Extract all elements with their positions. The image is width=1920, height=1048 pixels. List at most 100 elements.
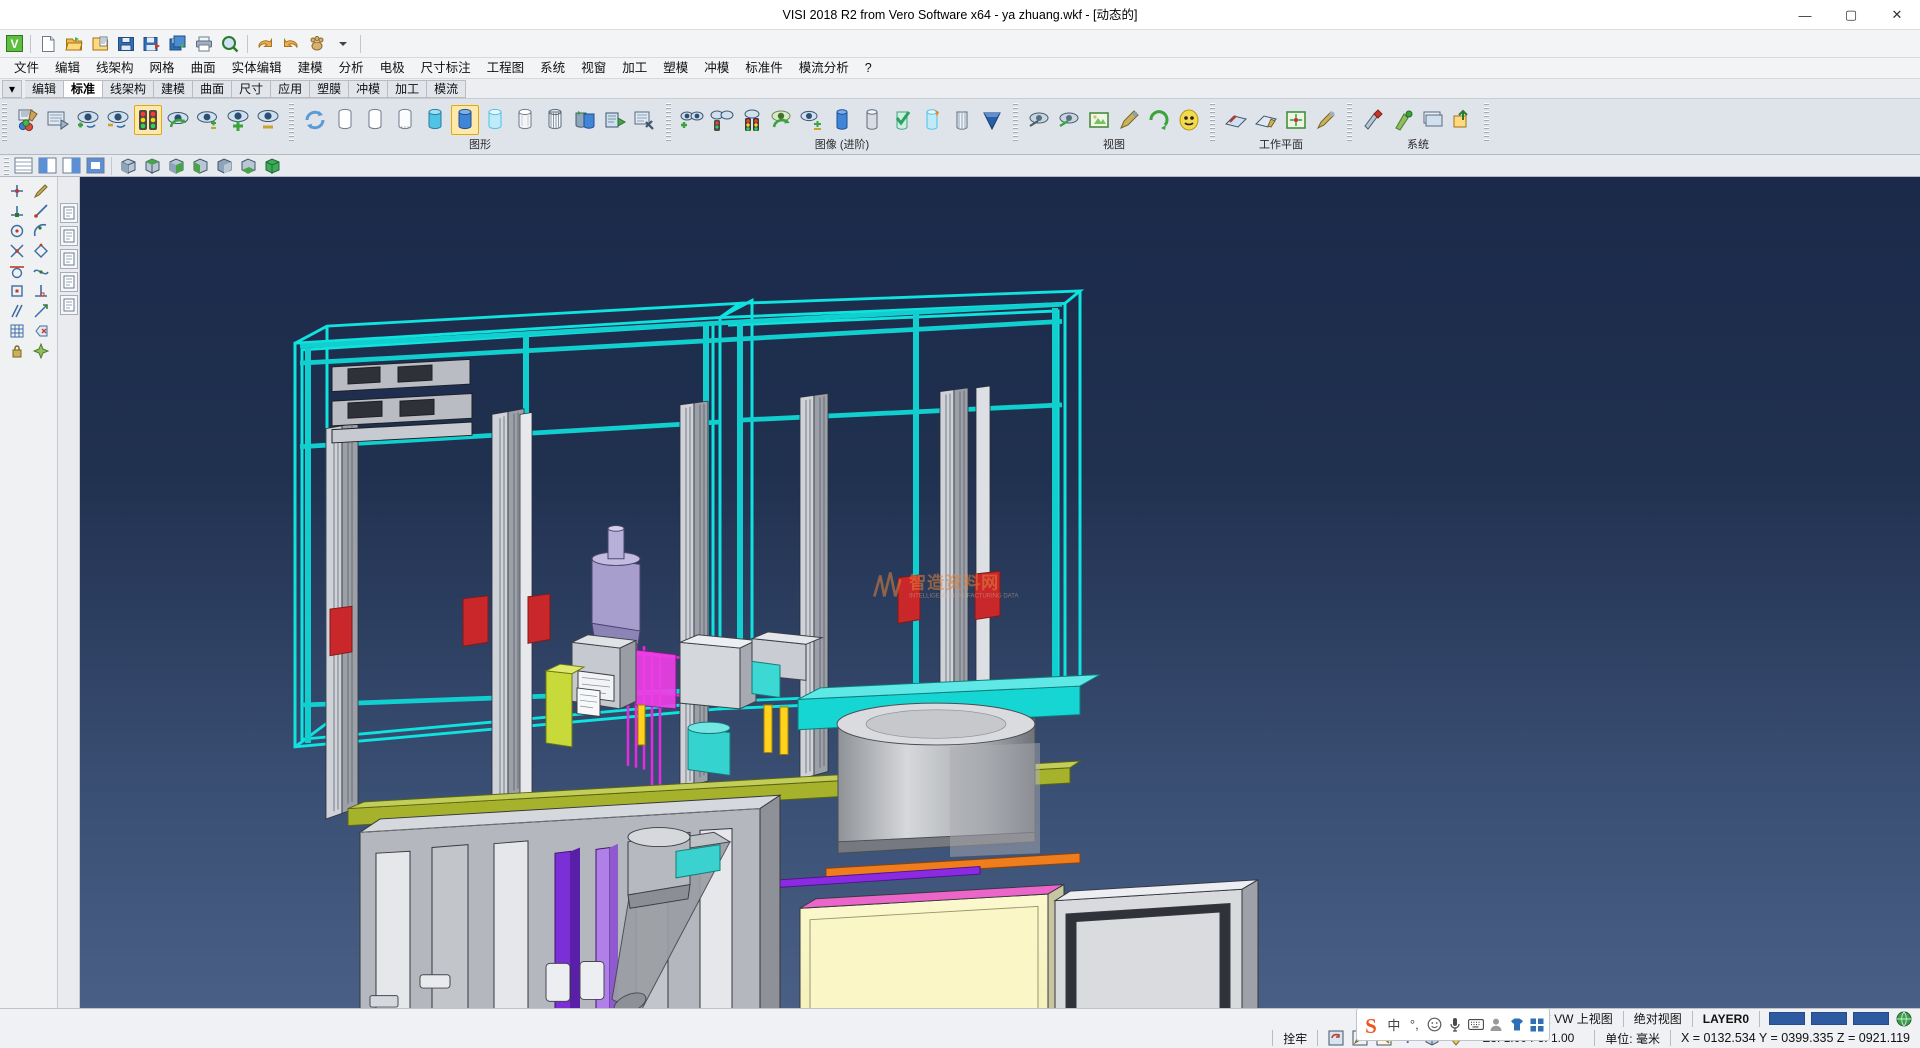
- shaded-transparent-icon[interactable]: [421, 105, 449, 135]
- snap-lock-icon[interactable]: [5, 341, 29, 361]
- snap-clear-icon[interactable]: [29, 321, 53, 341]
- menu-item-14[interactable]: 塑模: [655, 58, 696, 79]
- view-mode-label[interactable]: 绝对视图: [1630, 1010, 1686, 1027]
- system-export-icon[interactable]: [1449, 105, 1477, 135]
- workplane-create-icon[interactable]: [1222, 105, 1250, 135]
- redo-icon[interactable]: [278, 32, 304, 56]
- macro-icon[interactable]: [304, 32, 330, 56]
- toolbar-grip-1[interactable]: [289, 103, 294, 143]
- color-swatch-2[interactable]: [1811, 1012, 1847, 1025]
- system-layers-icon[interactable]: [1419, 105, 1447, 135]
- menu-item-15[interactable]: 冲模: [696, 58, 737, 79]
- view-cube-back-icon[interactable]: [213, 156, 235, 176]
- workplane-edit-icon[interactable]: [1252, 105, 1280, 135]
- tab-bianji[interactable]: 编辑: [25, 80, 64, 98]
- snap-mid-icon[interactable]: [5, 201, 29, 221]
- view-zoom-window-icon[interactable]: [1055, 105, 1083, 135]
- menu-item-2[interactable]: 线架构: [88, 58, 142, 79]
- tab-qumian[interactable]: 曲面: [193, 80, 232, 98]
- view-cube-iso-icon[interactable]: [261, 156, 283, 176]
- ime-user-icon[interactable]: [1488, 1015, 1505, 1034]
- menu-item-16[interactable]: 标准件: [737, 58, 791, 79]
- snap-free-icon[interactable]: [29, 341, 53, 361]
- outline-icon[interactable]: [511, 105, 539, 135]
- app-logo-icon[interactable]: V: [2, 33, 26, 55]
- refresh-view-icon[interactable]: [164, 105, 192, 135]
- tab-chongmo[interactable]: 冲模: [349, 80, 388, 98]
- ime-skin-icon[interactable]: [1508, 1015, 1525, 1034]
- view-dynamic-icon[interactable]: [1175, 105, 1203, 135]
- image-shade2-icon[interactable]: [858, 105, 886, 135]
- tab-suomo[interactable]: 塑膜: [310, 80, 349, 98]
- tab-jiagong[interactable]: 加工: [388, 80, 427, 98]
- tabstrip-dropdown-icon[interactable]: ▾: [2, 80, 22, 98]
- render-settings-icon[interactable]: [631, 105, 659, 135]
- toolrow2-grip[interactable]: [4, 157, 9, 175]
- view-cube-right-icon[interactable]: [165, 156, 187, 176]
- active-layer-label[interactable]: LAYER0: [1699, 1012, 1753, 1026]
- panel-tree-icon[interactable]: [60, 249, 78, 269]
- regenerate-icon[interactable]: [301, 105, 329, 135]
- menu-item-0[interactable]: 文件: [6, 58, 47, 79]
- mesh-icon[interactable]: [541, 105, 569, 135]
- snap-point-icon[interactable]: [5, 181, 29, 201]
- toolbar-grip-0[interactable]: [2, 103, 7, 143]
- toolbar-grip-6[interactable]: [1484, 103, 1489, 143]
- panel-list-icon[interactable]: [60, 272, 78, 292]
- view-list-icon[interactable]: [12, 156, 34, 176]
- tab-jianmo[interactable]: 建模: [154, 80, 193, 98]
- view-fit-icon[interactable]: [1085, 105, 1113, 135]
- snap-line-icon[interactable]: [29, 201, 53, 221]
- save-all-icon[interactable]: [165, 32, 191, 56]
- maximize-button[interactable]: ▢: [1828, 0, 1874, 30]
- attribute-filter-icon[interactable]: [14, 105, 42, 135]
- hidden-line-dashed-icon[interactable]: [391, 105, 419, 135]
- snap-offset-icon[interactable]: [29, 301, 53, 321]
- panel-notes-icon[interactable]: [60, 295, 78, 315]
- toolbar-grip-4[interactable]: [1210, 103, 1215, 143]
- ime-emoji-icon[interactable]: [1426, 1015, 1443, 1034]
- view-iso1-icon[interactable]: [36, 156, 58, 176]
- toolbar-grip-2[interactable]: [666, 103, 671, 143]
- snap-center-icon[interactable]: [5, 221, 29, 241]
- ime-floating-bar[interactable]: S 中 °,: [1356, 1008, 1550, 1041]
- menu-item-18[interactable]: ?: [857, 58, 880, 79]
- color-swatch-1[interactable]: [1769, 1012, 1805, 1025]
- view-cube-front-icon[interactable]: [117, 156, 139, 176]
- menu-item-9[interactable]: 尺寸标注: [413, 58, 479, 79]
- view-iso3-icon[interactable]: [84, 156, 106, 176]
- workplane-list-icon[interactable]: [1312, 105, 1340, 135]
- ime-voice-icon[interactable]: [1447, 1015, 1464, 1034]
- ime-punctuation[interactable]: °,: [1406, 1015, 1423, 1034]
- view-zoom-icon[interactable]: [1025, 105, 1053, 135]
- view-cube-top-icon[interactable]: [141, 156, 163, 176]
- menu-item-7[interactable]: 分析: [331, 58, 372, 79]
- menu-item-6[interactable]: 建模: [290, 58, 331, 79]
- image-shade3-icon[interactable]: [918, 105, 946, 135]
- print-preview-icon[interactable]: [217, 32, 243, 56]
- snap-nearest-icon[interactable]: [29, 261, 53, 281]
- tab-yingyong[interactable]: 应用: [271, 80, 310, 98]
- close-button[interactable]: ✕: [1874, 0, 1920, 30]
- show-add-icon[interactable]: [74, 105, 102, 135]
- ime-logo-icon[interactable]: S: [1360, 1012, 1382, 1037]
- image-toggle-icon[interactable]: [798, 105, 826, 135]
- panel-properties-icon[interactable]: [60, 203, 78, 223]
- tab-moliu[interactable]: 模流: [427, 80, 466, 98]
- new-file-icon[interactable]: [35, 32, 61, 56]
- toolbar-grip-3[interactable]: [1013, 103, 1018, 143]
- hidden-line-icon[interactable]: [361, 105, 389, 135]
- snap-tangent-icon[interactable]: [5, 261, 29, 281]
- wireframe-icon[interactable]: [331, 105, 359, 135]
- undo-icon[interactable]: [252, 32, 278, 56]
- menu-item-5[interactable]: 实体编辑: [224, 58, 290, 79]
- traffic-light-icon[interactable]: [134, 105, 162, 135]
- menu-item-17[interactable]: 模流分析: [791, 58, 857, 79]
- menu-item-8[interactable]: 电极: [372, 58, 413, 79]
- show-remove-icon[interactable]: [104, 105, 132, 135]
- tab-chicun[interactable]: 尺寸: [232, 80, 271, 98]
- ime-mode-chinese[interactable]: 中: [1385, 1015, 1402, 1034]
- snap-pen-icon[interactable]: [29, 181, 53, 201]
- minimize-button[interactable]: —: [1782, 0, 1828, 30]
- image-cone-icon[interactable]: [978, 105, 1006, 135]
